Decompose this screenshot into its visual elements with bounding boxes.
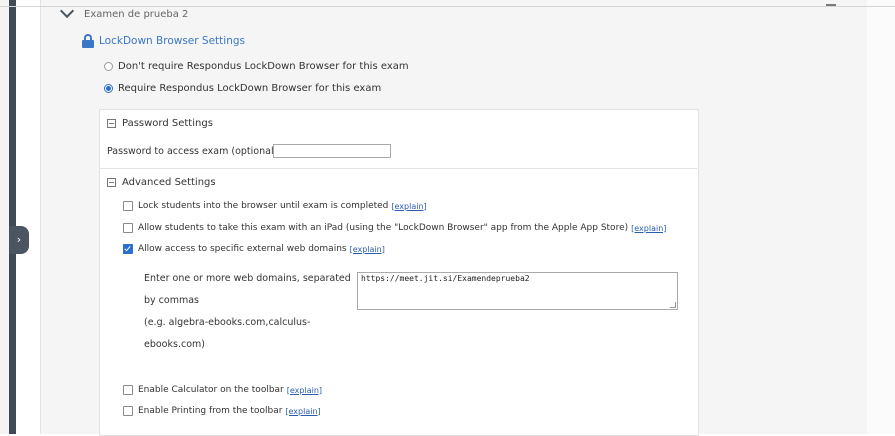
explain-link[interactable]: [explain]: [287, 386, 322, 395]
explain-link[interactable]: [explain]: [285, 407, 320, 416]
domains-textarea[interactable]: https://meet.jit.si/Examendeprueba2: [357, 272, 678, 310]
radio-dont-require-input[interactable]: [104, 62, 113, 71]
window-minimize-mark: [826, 4, 836, 6]
option-ipad[interactable]: Allow students to take this exam with an…: [123, 223, 666, 233]
external-domains-checkbox[interactable]: [123, 244, 133, 254]
advanced-settings-header[interactable]: Advanced Settings: [107, 177, 216, 188]
ipad-label[interactable]: Allow students to take this exam with an…: [138, 223, 628, 233]
sidebar-toggle-button[interactable]: ›: [9, 226, 29, 254]
radio-dont-require-label[interactable]: Don't require Respondus LockDown Browser…: [118, 61, 409, 72]
resize-grip-icon[interactable]: [670, 302, 676, 308]
lockdown-settings-title: LockDown Browser Settings: [99, 35, 245, 47]
option-printing[interactable]: Enable Printing from the toolbar [explai…: [123, 406, 321, 416]
domains-help-text: Enter one or more web domains, separated…: [144, 268, 351, 356]
exam-header[interactable]: Examen de prueba 2: [59, 3, 189, 22]
sidebar-rail: [9, 0, 16, 434]
domains-help-line: ebooks.com): [144, 339, 205, 350]
minus-square-icon[interactable]: [107, 119, 116, 128]
ipad-checkbox[interactable]: [123, 223, 133, 233]
lock-students-checkbox[interactable]: [123, 201, 133, 211]
radio-dont-require[interactable]: Don't require Respondus LockDown Browser…: [104, 61, 409, 72]
password-settings-title: Password Settings: [122, 118, 213, 129]
exam-title: Examen de prueba 2: [84, 8, 189, 20]
minus-square-icon[interactable]: [107, 178, 116, 187]
external-domains-label[interactable]: Allow access to specific external web do…: [138, 244, 347, 254]
password-label: Password to access exam (optional): [107, 146, 278, 157]
radio-require[interactable]: Require Respondus LockDown Browser for t…: [104, 83, 381, 94]
explain-link[interactable]: [explain]: [350, 245, 385, 254]
password-settings-header[interactable]: Password Settings: [107, 118, 213, 129]
printing-label[interactable]: Enable Printing from the toolbar: [138, 406, 282, 416]
calculator-label[interactable]: Enable Calculator on the toolbar: [138, 385, 284, 395]
option-external-domains[interactable]: Allow access to specific external web do…: [123, 244, 385, 254]
advanced-settings-title: Advanced Settings: [122, 177, 216, 188]
domains-value[interactable]: https://meet.jit.si/Examendeprueba2: [361, 274, 530, 283]
domains-help-line: Enter one or more web domains, separated: [144, 273, 351, 284]
calculator-checkbox[interactable]: [123, 385, 133, 395]
lock-icon: [82, 34, 94, 48]
explain-link[interactable]: [explain]: [631, 224, 666, 233]
lock-students-label[interactable]: Lock students into the browser until exa…: [138, 201, 388, 211]
lockdown-settings-header: LockDown Browser Settings: [82, 34, 245, 48]
explain-link[interactable]: [explain]: [391, 202, 426, 211]
option-lock-students[interactable]: Lock students into the browser until exa…: [123, 201, 427, 211]
chevron-right-icon: ›: [16, 233, 22, 246]
radio-require-input[interactable]: [104, 84, 113, 93]
password-input[interactable]: [273, 144, 391, 158]
domains-help-line: (e.g. algebra-ebooks.com,calculus-: [144, 317, 311, 328]
option-calculator[interactable]: Enable Calculator on the toolbar [explai…: [123, 385, 322, 395]
section-divider: [99, 168, 697, 169]
domains-help-line: by commas: [144, 295, 199, 306]
chevron-down-icon[interactable]: [59, 3, 75, 19]
right-gutter: [867, 0, 895, 434]
printing-checkbox[interactable]: [123, 406, 133, 416]
radio-require-label[interactable]: Require Respondus LockDown Browser for t…: [118, 83, 381, 94]
left-margin: [0, 0, 9, 434]
